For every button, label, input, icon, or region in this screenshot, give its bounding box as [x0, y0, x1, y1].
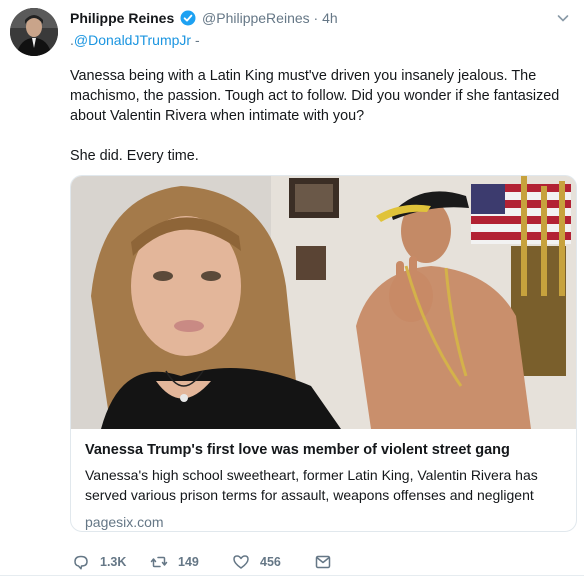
tweet-text: Vanessa being with a Latin King must've …: [70, 66, 570, 166]
tweet-actions: 1.3K 149 456: [70, 552, 370, 572]
card-body: Vanessa Trump's first love was member of…: [71, 429, 576, 531]
chevron-down-icon[interactable]: [557, 12, 569, 24]
like-count: 456: [260, 555, 281, 569]
timestamp[interactable]: 4h: [322, 10, 338, 26]
mention-link[interactable]: @DonaldJTrumpJr: [74, 32, 191, 48]
direct-message-button[interactable]: [314, 552, 342, 572]
avatar-photo: [10, 8, 58, 56]
link-card[interactable]: Vanessa Trump's first love was member of…: [70, 175, 577, 532]
card-title: Vanessa Trump's first love was member of…: [85, 442, 510, 458]
retweet-icon: [150, 556, 168, 568]
card-image: [71, 176, 576, 429]
like-button[interactable]: 456: [232, 552, 281, 572]
avatar[interactable]: [10, 8, 58, 56]
retweet-count: 149: [178, 555, 199, 569]
tweet-paragraph-2: She did. Every time.: [70, 148, 199, 164]
heart-icon: [233, 555, 249, 569]
card-domain: pagesix.com: [85, 514, 164, 530]
reply-suffix: -: [191, 32, 200, 48]
tweet: Philippe Reines @PhilippeReines · 4h .@D…: [0, 0, 584, 576]
reply-button[interactable]: 1.3K: [72, 552, 126, 572]
display-name[interactable]: Philippe Reines: [70, 10, 174, 26]
tweet-header: Philippe Reines @PhilippeReines · 4h: [70, 9, 338, 27]
verified-badge-icon: [180, 10, 196, 26]
user-handle[interactable]: @PhilippeReines: [202, 10, 310, 26]
tweet-paragraph-1: Vanessa being with a Latin King must've …: [70, 68, 560, 124]
envelope-icon: [315, 555, 331, 569]
separator-dot: ·: [313, 10, 319, 26]
card-description: Vanessa's high school sweetheart, former…: [85, 467, 538, 503]
replying-to: .@DonaldJTrumpJr -: [70, 31, 200, 49]
reply-count: 1.3K: [100, 555, 127, 569]
retweet-button[interactable]: 149: [150, 552, 199, 572]
reply-icon: [74, 555, 88, 570]
